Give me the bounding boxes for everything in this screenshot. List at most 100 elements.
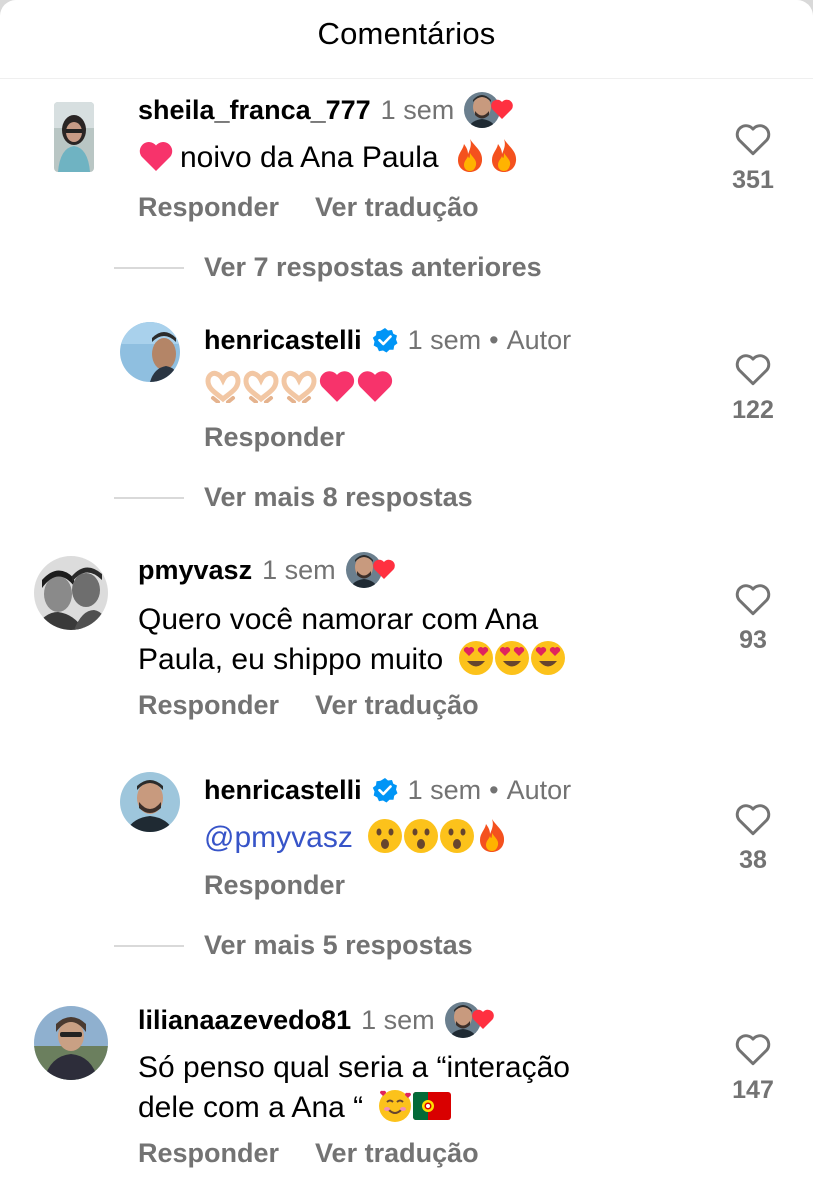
heart-hands-emoji-icon [243, 370, 279, 404]
comment-body-line: Quero você namorar com Ana [138, 603, 539, 636]
comment-item: pmyvasz 1 sem Quero você namorar com Ana… [0, 548, 813, 738]
like-button[interactable]: 147 [713, 1032, 793, 1105]
view-more-replies-label: Ver mais 8 respostas [204, 482, 473, 512]
timestamp: 1 sem [407, 324, 482, 355]
heart-emoji-icon [319, 371, 355, 402]
author-badge: Autor [506, 774, 572, 805]
like-count: 93 [739, 626, 767, 654]
like-button[interactable]: 122 [713, 352, 793, 425]
comment-meta: henricastelli 1 sem • Autor [204, 320, 571, 360]
comment-body-line: Só penso qual seria a “interação [138, 1051, 570, 1084]
surprised-emoji-icon [404, 819, 439, 854]
heart-outline-icon [735, 124, 771, 156]
heart-eyes-emoji-icon [494, 641, 529, 676]
comment-body: noivo da Ana Paula [180, 141, 439, 174]
red-heart-icon [372, 559, 395, 579]
heart-outline-icon [735, 804, 771, 836]
heart-hands-emoji-icon [205, 370, 241, 404]
username[interactable]: pmyvasz [138, 555, 252, 586]
comment-text: Quero você namorar com Ana Paula, eu shi… [138, 600, 566, 680]
red-heart-icon [471, 1009, 494, 1029]
author-badge: Autor [506, 324, 572, 355]
like-button[interactable]: 351 [713, 122, 793, 195]
heart-hands-emoji-icon [281, 370, 317, 404]
reply-item: henricastelli 1 sem • Autor Responder 12… [0, 318, 813, 478]
comment-body: Paula, eu shippo muito [138, 643, 444, 676]
verified-badge-icon [372, 328, 398, 353]
like-count: 38 [739, 846, 767, 874]
heart-emoji-icon [357, 371, 393, 402]
comment-item: lilianaazevedo81 1 sem Só penso qual ser… [0, 998, 813, 1188]
timestamp: 1 sem [262, 554, 336, 585]
like-button[interactable]: 38 [713, 802, 793, 875]
comment-text: @pmyvasz [204, 818, 509, 858]
separator: • [489, 324, 499, 355]
username[interactable]: sheila_franca_777 [138, 95, 371, 126]
heart-emoji-icon [139, 142, 173, 172]
view-more-replies[interactable]: Ver mais 8 respostas [114, 482, 473, 513]
comment-actions: Responder Ver tradução [138, 1138, 479, 1169]
thread-line [114, 266, 184, 269]
liked-by-author [464, 92, 516, 128]
heart-eyes-emoji-icon [458, 641, 493, 676]
timestamp: 1 sem [407, 774, 482, 805]
comment-meta: lilianaazevedo81 1 sem [138, 1000, 497, 1040]
view-previous-replies[interactable]: Ver 7 respostas anteriores [114, 252, 542, 283]
portugal-flag-icon [413, 1092, 452, 1121]
comment-actions: Responder Ver tradução [138, 690, 479, 721]
comment-actions: Responder [204, 870, 345, 901]
surprised-emoji-icon [440, 819, 475, 854]
reply-button[interactable]: Responder [204, 870, 345, 901]
avatar[interactable] [120, 772, 180, 832]
comment-text [204, 368, 394, 408]
like-button[interactable]: 93 [713, 582, 793, 655]
comment-actions: Responder [204, 422, 345, 453]
avatar[interactable] [120, 322, 180, 382]
liked-by-author [444, 1002, 497, 1038]
mention-link[interactable]: @pmyvasz [204, 821, 353, 854]
translate-button[interactable]: Ver tradução [315, 690, 479, 721]
comments-header: Comentários [0, 0, 813, 79]
page-title: Comentários [317, 16, 496, 51]
avatar[interactable] [54, 102, 94, 172]
surprised-emoji-icon [368, 819, 403, 854]
reply-button[interactable]: Responder [204, 422, 345, 453]
like-count: 351 [732, 166, 774, 194]
username[interactable]: lilianaazevedo81 [138, 1005, 351, 1036]
comment-body-line: Paula, eu shippo muito [138, 640, 566, 680]
fire-emoji-icon [457, 139, 482, 173]
timestamp: 1 sem [361, 1004, 435, 1035]
view-previous-replies-label: Ver 7 respostas anteriores [204, 252, 542, 282]
like-count: 147 [732, 1076, 774, 1104]
timestamp: 1 sem [380, 94, 455, 125]
comment-text: noivo da Ana Paula [138, 138, 521, 178]
view-more-replies[interactable]: Ver mais 5 respostas [114, 930, 473, 961]
reply-button[interactable]: Responder [138, 690, 279, 721]
avatar[interactable] [34, 556, 108, 630]
comment-body-line: dele com a Ana “ [138, 1088, 570, 1128]
smiling-hearts-emoji-icon [379, 1090, 412, 1123]
avatar[interactable] [34, 1006, 108, 1080]
username[interactable]: henricastelli [204, 775, 362, 806]
thread-line [114, 944, 184, 947]
like-count: 122 [732, 396, 774, 424]
fire-emoji-icon [480, 819, 505, 853]
translate-button[interactable]: Ver tradução [315, 192, 479, 223]
reply-button[interactable]: Responder [138, 1138, 279, 1169]
username[interactable]: henricastelli [204, 325, 362, 356]
verified-badge-icon [372, 778, 398, 803]
reply-button[interactable]: Responder [138, 192, 279, 223]
fire-emoji-icon [491, 139, 516, 173]
comment-body: dele com a Ana “ [138, 1091, 364, 1124]
heart-outline-icon [735, 584, 771, 616]
comment-item: sheila_franca_777 1 sem noivo da Ana Pau… [0, 88, 813, 248]
liked-by-author [345, 552, 398, 588]
thread-line [114, 496, 184, 499]
comment-actions: Responder Ver tradução [138, 192, 479, 223]
comment-meta: sheila_franca_777 1 sem [138, 90, 516, 130]
heart-outline-icon [735, 354, 771, 386]
comments-sheet: Comentários sheila_franca_777 1 sem noiv… [0, 0, 813, 1200]
translate-button[interactable]: Ver tradução [315, 1138, 479, 1169]
comment-text: Só penso qual seria a “interação dele co… [138, 1048, 570, 1128]
reply-item: henricastelli 1 sem • Autor @pmyvasz Res… [0, 768, 813, 928]
